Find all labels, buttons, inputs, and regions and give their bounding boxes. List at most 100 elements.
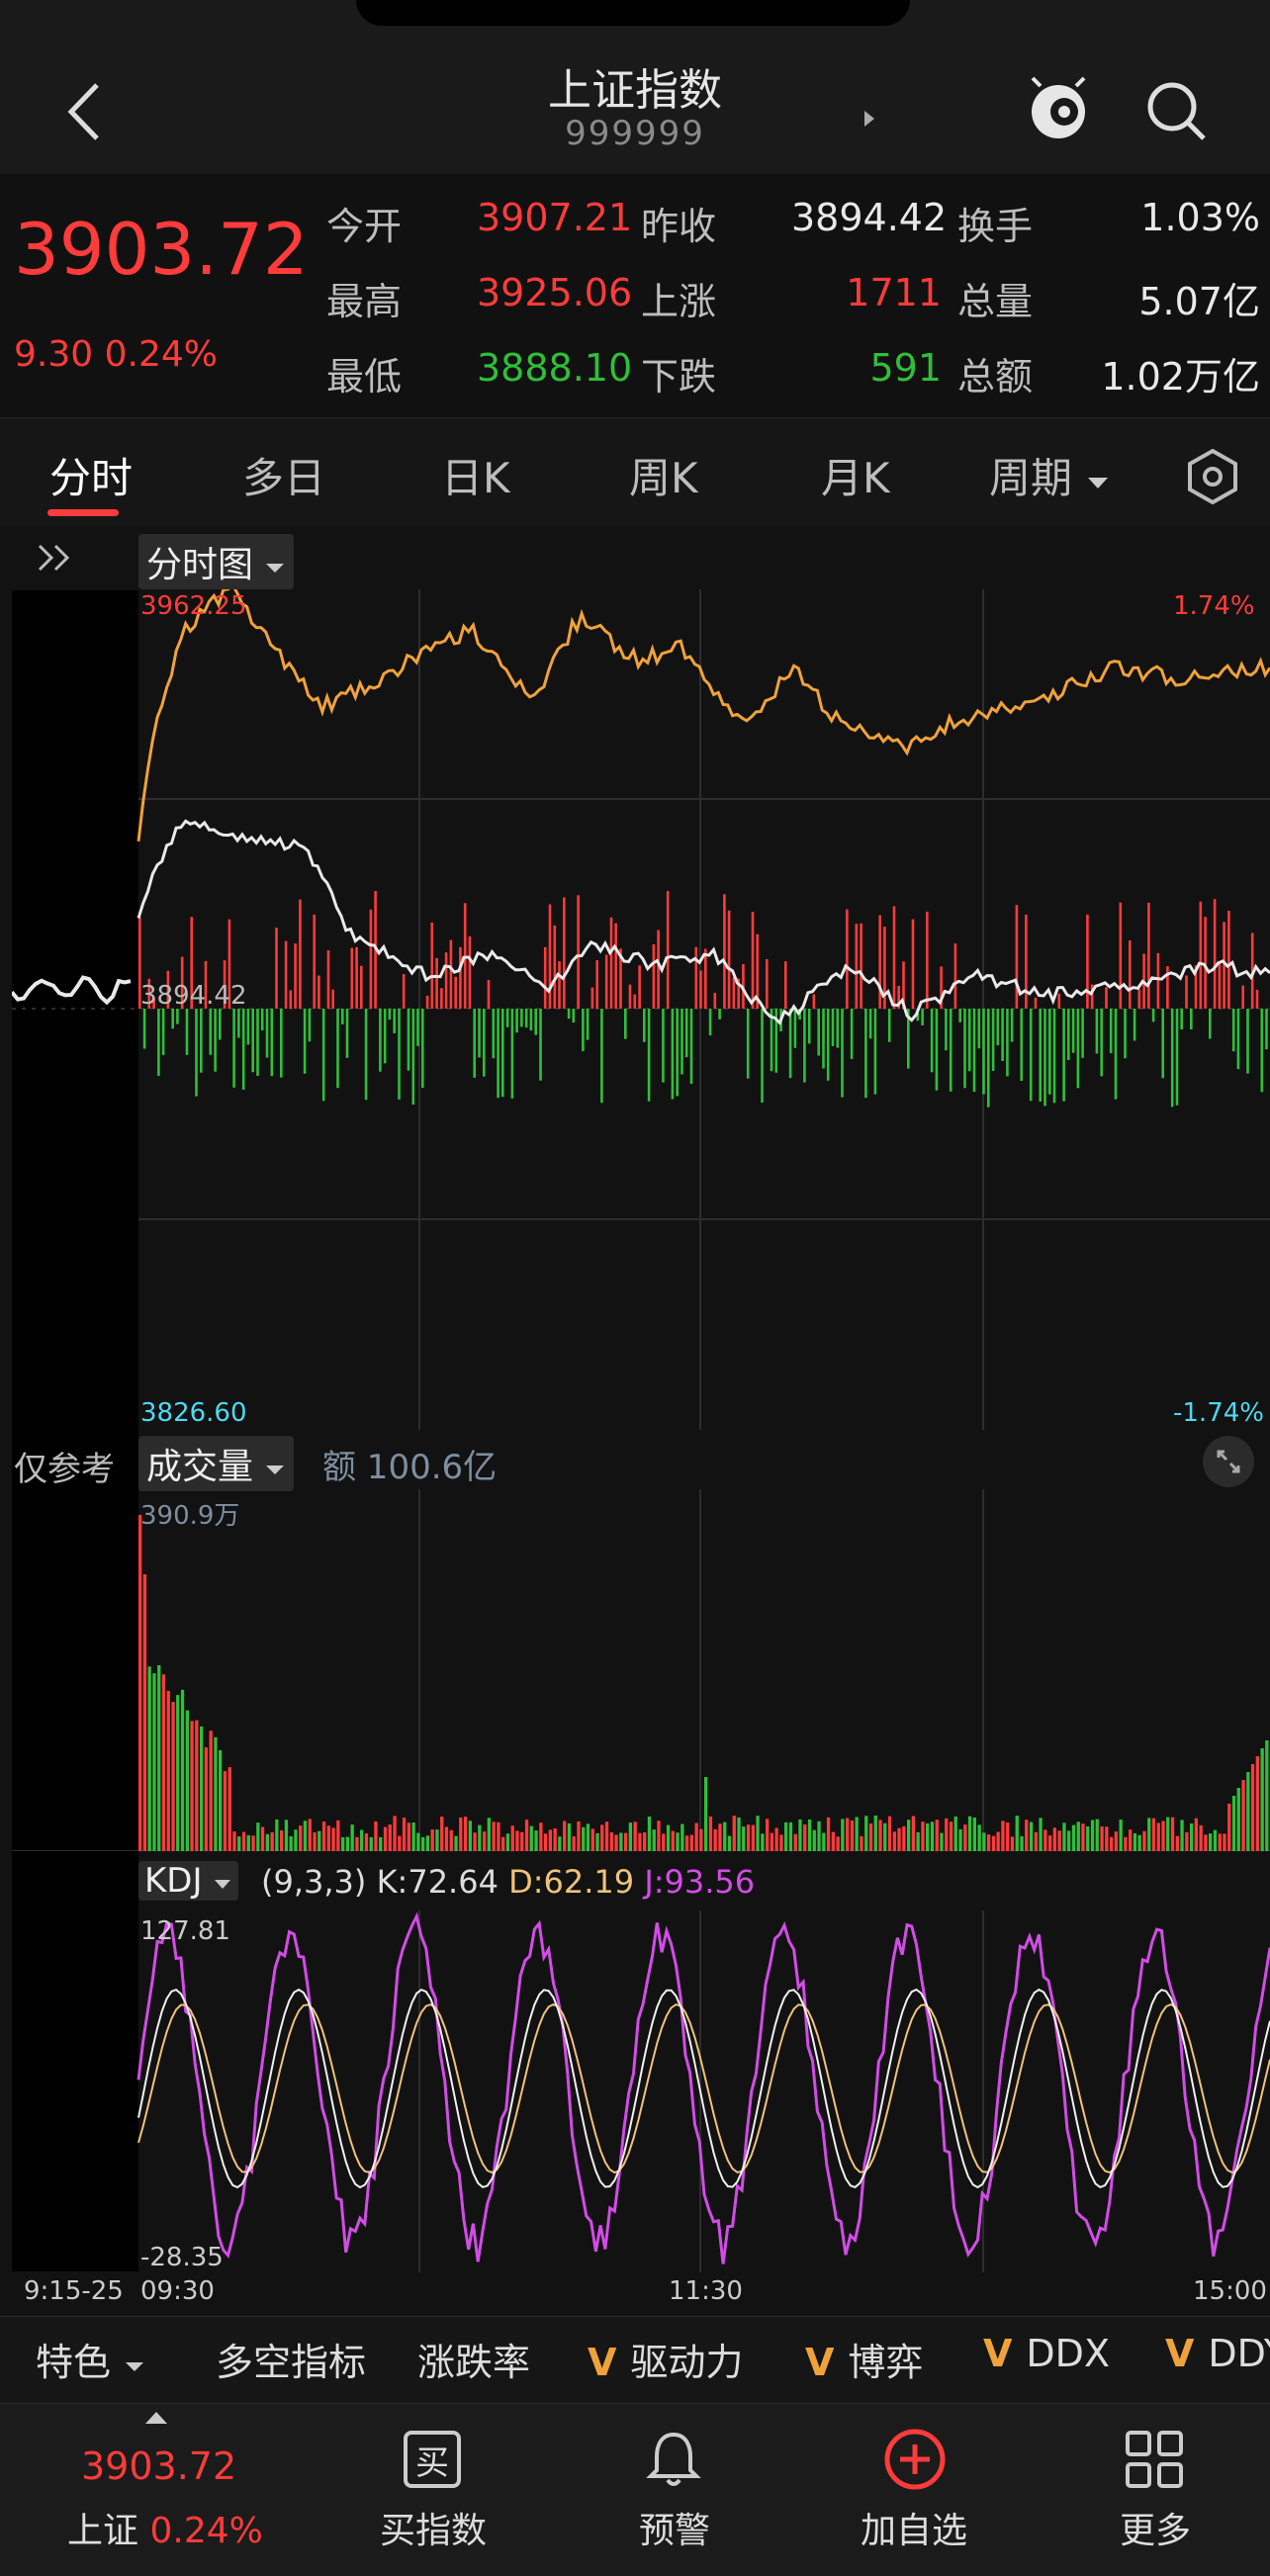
tab-period-label: 周期: [989, 454, 1073, 502]
volume-bar-up: [1109, 1836, 1114, 1851]
fund-flow-bar-up: [878, 915, 881, 1009]
fund-flow-bar-down: [388, 1009, 392, 1021]
fund-flow-bar-down: [864, 1009, 867, 1099]
fund-flow-bar-up: [444, 952, 448, 1009]
add-circle-icon: [884, 2429, 946, 2490]
nav-add-watchlist[interactable]: 加自选: [815, 2502, 1013, 2553]
tab-monthly-k[interactable]: 月K: [821, 445, 890, 505]
volume-indicator-selector[interactable]: 成交量: [138, 1436, 295, 1491]
fund-flow-bar-down: [345, 1009, 349, 1058]
fund-flow-bar-up: [638, 965, 641, 1009]
amount-text: 额 100.6亿: [322, 1448, 498, 1487]
volume-bar-up: [826, 1817, 831, 1851]
fund-flow-bar-up: [1086, 914, 1089, 1009]
caret-down-icon: [266, 1466, 285, 1474]
volume-bar-down: [529, 1825, 533, 1851]
tab-intraday[interactable]: 分时: [49, 445, 133, 505]
expand-icon[interactable]: [1201, 1434, 1256, 1489]
tool-drive[interactable]: V 驱动力: [588, 2332, 743, 2386]
fund-flow-bar-down: [379, 1009, 382, 1072]
small-arrow-right-icon[interactable]: [861, 107, 878, 131]
fund-flow-bar-up: [713, 993, 717, 1009]
fund-flow-bar-up: [1025, 914, 1028, 1009]
axis-bottom-pct: -1.74%: [1173, 1398, 1264, 1428]
fund-flow-bar-down: [1043, 1009, 1046, 1107]
kdj-selector[interactable]: KDJ: [138, 1861, 239, 1901]
turnover-label: 换手: [957, 205, 1034, 248]
volume-bar-down: [294, 1829, 298, 1851]
kdj-chart[interactable]: [12, 1910, 1270, 2272]
nav-alert[interactable]: 预警: [576, 2502, 773, 2553]
fund-flow-bar-down: [421, 1009, 424, 1089]
fund-flow-bar-down: [921, 1009, 924, 1025]
volume-bar-up: [600, 1824, 604, 1851]
volume-bar-up: [326, 1825, 330, 1851]
assistant-mascot-icon[interactable]: [1019, 74, 1098, 143]
fund-flow-bar-up: [435, 957, 438, 1009]
search-icon[interactable]: [1142, 77, 1212, 146]
fund-flow-bar-down: [483, 1009, 486, 1077]
fund-flow-bar-up: [459, 946, 462, 1009]
fund-flow-bar-up: [284, 940, 288, 1009]
tool-rise-fall-rate[interactable]: 涨跌率: [417, 2332, 530, 2386]
fund-flow-bar-down: [195, 1009, 198, 1097]
nav-more[interactable]: 更多: [1056, 2502, 1254, 2553]
volume-bar-up: [766, 1819, 770, 1851]
fund-flow-bar-down: [505, 1009, 509, 1027]
volume-bar-down: [567, 1822, 572, 1851]
volume-bar-down: [152, 1673, 156, 1851]
kdj-k: K:72.64: [376, 1863, 499, 1901]
volume-bar-up: [1185, 1831, 1189, 1851]
tab-period[interactable]: 周期: [989, 445, 1111, 505]
fund-flow-bar-down: [680, 1009, 683, 1075]
volume-bar-down: [647, 1817, 652, 1851]
nav-buy-index[interactable]: 买指数: [334, 2502, 532, 2553]
tool-drive-label: 驱动力: [630, 2341, 744, 2384]
fund-flow-bar-down: [1170, 1009, 1174, 1108]
tab-multi-day[interactable]: 多日: [242, 445, 325, 505]
fund-flow-bar-up: [784, 961, 787, 1009]
volume-bar-down: [784, 1821, 788, 1851]
volume-bar-down: [180, 1689, 185, 1851]
tool-ddx[interactable]: V DDX: [983, 2332, 1110, 2375]
settings-hexagon-icon[interactable]: [1183, 447, 1242, 506]
volume-bar-up: [643, 1832, 647, 1851]
volume-bar-up: [444, 1826, 449, 1851]
fund-flow-bar-down: [416, 1009, 419, 1046]
chart-mode-selector[interactable]: 分时图: [138, 534, 295, 589]
volume-bar-up: [501, 1836, 505, 1851]
volume-bar-up: [1142, 1830, 1146, 1851]
volume-bar-up: [624, 1832, 628, 1851]
tab-daily-k[interactable]: 日K: [441, 445, 510, 505]
kdj-j: J:93.56: [644, 1863, 756, 1901]
volume-bar-up: [708, 1816, 713, 1851]
kdj-d: D:62.19: [508, 1863, 635, 1901]
volume-bar-down: [737, 1817, 741, 1851]
fund-flow-bar-down: [1260, 1009, 1264, 1093]
special-dropdown[interactable]: 特色: [36, 2332, 146, 2386]
double-chevron-right-icon[interactable]: [34, 540, 77, 576]
fund-flow-bar-up: [699, 970, 702, 1009]
volume-bar-down: [275, 1819, 279, 1851]
fund-flow-bar-down: [1029, 1009, 1033, 1102]
tool-game[interactable]: V 博弈: [805, 2332, 923, 2386]
fund-flow-bar-down: [473, 1009, 476, 1078]
volume-bar-down: [940, 1832, 944, 1851]
volume-bar-up: [483, 1831, 487, 1851]
fund-flow-bar-down: [1006, 1009, 1009, 1077]
volume-chart[interactable]: [12, 1489, 1270, 1851]
high-label: 最高: [326, 280, 403, 323]
nav-market-line[interactable]: 上证 0.24%: [67, 2502, 263, 2553]
tool-ddy[interactable]: V DDY: [1165, 2332, 1270, 2375]
tab-weekly-k[interactable]: 周K: [629, 445, 698, 505]
volume-bar-up: [996, 1831, 1000, 1851]
volume-bar-up: [684, 1835, 689, 1851]
volume-bar-up: [987, 1834, 991, 1851]
current-price: 3903.72: [14, 208, 309, 291]
nav-price[interactable]: 3903.72: [81, 2444, 236, 2488]
kdj-params: (9,3,3): [261, 1863, 367, 1901]
caret-up-icon[interactable]: [142, 2409, 170, 2427]
tool-long-short[interactable]: 多空指标: [216, 2332, 366, 2386]
volume-bar-up: [590, 1828, 594, 1851]
volume-bar-up: [1250, 1764, 1255, 1851]
